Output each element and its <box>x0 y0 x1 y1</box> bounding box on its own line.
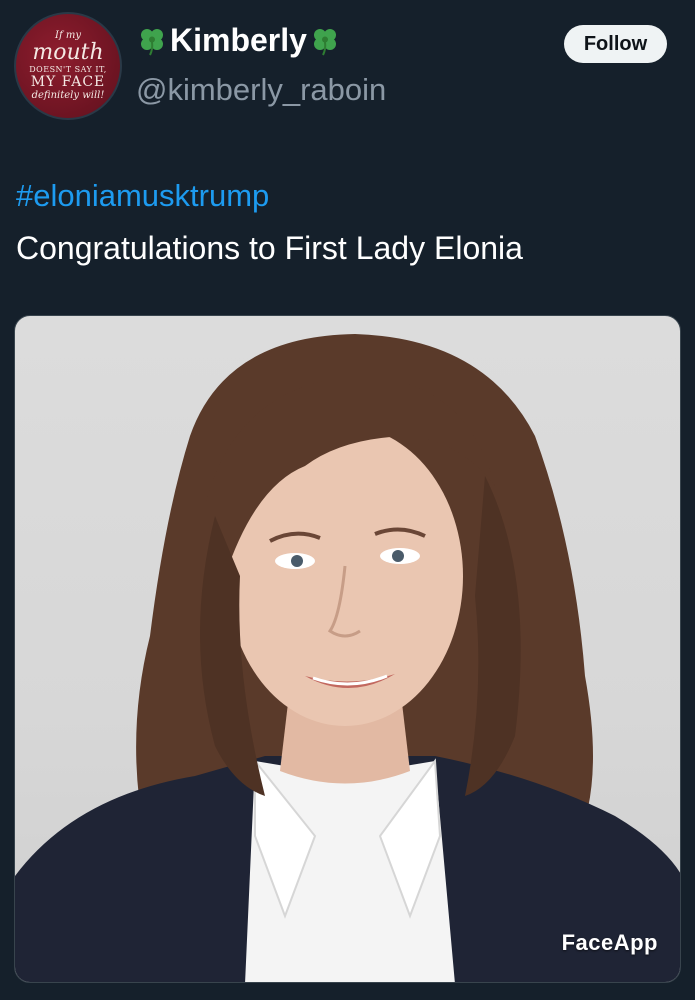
tweet-text: Congratulations to First Lady Elonia <box>16 230 523 266</box>
avatar-text-line3: DOESN'T SAY IT, <box>29 65 107 74</box>
avatar-text-line2: mouth <box>32 40 104 65</box>
four-leaf-clover-icon <box>136 25 168 57</box>
user-handle[interactable]: @kimberly_raboin <box>136 72 386 108</box>
display-name-row[interactable]: Kimberly <box>136 22 341 59</box>
faceapp-watermark: FaceApp <box>561 930 658 955</box>
display-name: Kimberly <box>170 22 307 58</box>
four-leaf-clover-icon <box>309 25 341 57</box>
avatar-text-line4: MY FACE <box>30 74 106 90</box>
avatar[interactable]: If my mouth DOESN'T SAY IT, MY FACE defi… <box>14 12 122 120</box>
tweet: If my mouth DOESN'T SAY IT, MY FACE defi… <box>0 0 695 1000</box>
portrait-illustration <box>15 334 680 982</box>
follow-button[interactable]: Follow <box>564 25 667 63</box>
avatar-text-line5: definitely will! <box>31 90 105 101</box>
hashtag-link[interactable]: #eloniamusktrump <box>16 178 269 214</box>
tweet-media-image[interactable]: FaceApp <box>14 315 681 983</box>
